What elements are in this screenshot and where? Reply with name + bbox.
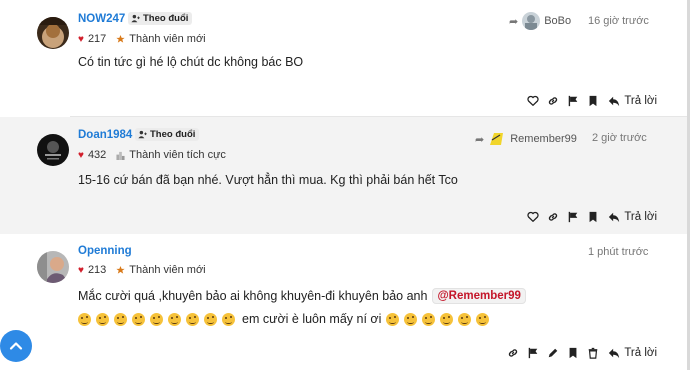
like-count: 217 xyxy=(87,33,107,45)
follow-label: Theo đuổi xyxy=(150,129,196,140)
rank-label: Thành viên mới xyxy=(129,33,206,45)
post-body-text: Mắc cười quá ,khuyên bảo ai không khuyên… xyxy=(78,289,428,303)
post: Doan1984 Theo đuổi ♥ 432 Thành viên tích… xyxy=(0,117,687,234)
laughing-emoji xyxy=(222,312,235,326)
post-actions: Trả lời xyxy=(526,94,657,107)
reply-to[interactable]: ➦ BoBo xyxy=(509,12,571,30)
rank-icon xyxy=(116,151,125,160)
laughing-emoji xyxy=(114,312,127,326)
laughing-emoji xyxy=(96,312,109,326)
emoji-line: em cười è luôn mấy ní ơi xyxy=(78,312,494,326)
user-meta: ♥ 213 Thành viên mới xyxy=(78,264,206,276)
laughing-emoji xyxy=(132,312,145,326)
bookmark-icon[interactable] xyxy=(566,346,579,359)
post-time: 2 giờ trước xyxy=(592,132,647,144)
laughing-emoji xyxy=(78,312,91,326)
heart-icon: ♥ xyxy=(78,33,84,45)
trash-icon[interactable] xyxy=(586,346,599,359)
heart-outline-icon[interactable] xyxy=(526,94,539,107)
user-plus-icon xyxy=(138,130,147,139)
user-meta: ♥ 217 Thành viên mới xyxy=(78,33,206,45)
reply-arrow-icon: ➦ xyxy=(509,15,519,28)
bookmark-icon[interactable] xyxy=(586,210,599,223)
reply-button[interactable]: Trả lời xyxy=(608,347,657,359)
post-time: 16 giờ trước xyxy=(588,15,649,27)
rank-label: Thành viên tích cực xyxy=(129,149,226,161)
laughing-emoji xyxy=(458,312,472,326)
link-icon[interactable] xyxy=(546,94,559,107)
avatar[interactable] xyxy=(37,251,69,283)
link-icon[interactable] xyxy=(506,346,519,359)
laughing-emoji xyxy=(150,312,163,326)
rank-label: Thành viên mới xyxy=(129,264,206,276)
user-meta: ♥ 432 Thành viên tích cực xyxy=(78,149,226,161)
bookmark-icon[interactable] xyxy=(586,94,599,107)
rank-icon xyxy=(116,34,125,43)
avatar[interactable] xyxy=(37,17,69,49)
mention-link[interactable]: @Remember99 xyxy=(432,288,526,304)
chevron-up-icon xyxy=(9,342,23,350)
pencil-icon[interactable] xyxy=(546,346,559,359)
like-count: 213 xyxy=(87,264,107,276)
post-time: 1 phút trước xyxy=(588,246,649,258)
laughing-emoji xyxy=(186,312,199,326)
post: NOW247 Theo đuổi ♥ 217 Thành viên mới ➦ … xyxy=(0,0,687,117)
username[interactable]: Doan1984 xyxy=(78,129,132,141)
reply-label: Trả lời xyxy=(624,210,657,223)
laughing-emoji xyxy=(440,312,454,326)
post-body: 15-16 cứ bán đã bạn nhé. Vượt hẳn thì mu… xyxy=(78,173,458,187)
reply-label: Trả lời xyxy=(624,94,657,107)
reply-avatar xyxy=(522,12,541,30)
follow-button[interactable]: Theo đuổi xyxy=(135,128,200,141)
like-count: 432 xyxy=(87,149,107,161)
reply-arrow-icon: ➦ xyxy=(475,133,485,146)
post-actions: Trả lời xyxy=(526,210,657,223)
reply-to[interactable]: ➦ Remember99 xyxy=(475,130,577,148)
flag-icon[interactable] xyxy=(566,210,579,223)
reply-icon xyxy=(609,96,620,106)
username[interactable]: Openning xyxy=(78,245,132,257)
reply-to-user: Remember99 xyxy=(510,133,577,145)
avatar[interactable] xyxy=(37,134,69,166)
heart-outline-icon[interactable] xyxy=(526,210,539,223)
reply-icon xyxy=(609,348,620,358)
post-body: Mắc cười quá ,khuyên bảo ai không khuyên… xyxy=(78,288,526,304)
follow-label: Theo đuổi xyxy=(143,13,189,24)
link-icon[interactable] xyxy=(546,210,559,223)
reply-to-user: BoBo xyxy=(544,15,572,27)
reply-button[interactable]: Trả lời xyxy=(608,211,657,223)
username[interactable]: NOW247 xyxy=(78,13,125,25)
post-body: Có tin tức gì hé lộ chút dc không bác BO xyxy=(78,55,304,69)
heart-icon: ♥ xyxy=(78,149,84,161)
post: Openning ♥ 213 Thành viên mới 1 phút trư… xyxy=(0,234,687,370)
user-plus-icon xyxy=(131,14,140,23)
heart-icon: ♥ xyxy=(78,264,84,276)
laughing-emoji xyxy=(476,312,490,326)
reply-avatar xyxy=(488,130,506,148)
laughing-emoji xyxy=(168,312,181,326)
reply-button[interactable]: Trả lời xyxy=(608,95,657,107)
reply-label: Trả lời xyxy=(624,346,657,359)
flag-icon[interactable] xyxy=(566,94,579,107)
laughing-emoji xyxy=(422,312,436,326)
emoji-line-text: em cười è luôn mấy ní ơi xyxy=(242,312,382,326)
scroll-to-top-button[interactable] xyxy=(0,330,32,362)
laughing-emoji xyxy=(404,312,418,326)
follow-button[interactable]: Theo đuổi xyxy=(128,12,193,25)
laughing-emoji xyxy=(386,312,400,326)
rank-icon xyxy=(116,265,125,274)
reply-icon xyxy=(609,212,620,222)
laughing-emoji xyxy=(204,312,217,326)
post-actions: Trả lời xyxy=(506,346,657,359)
flag-icon[interactable] xyxy=(526,346,539,359)
